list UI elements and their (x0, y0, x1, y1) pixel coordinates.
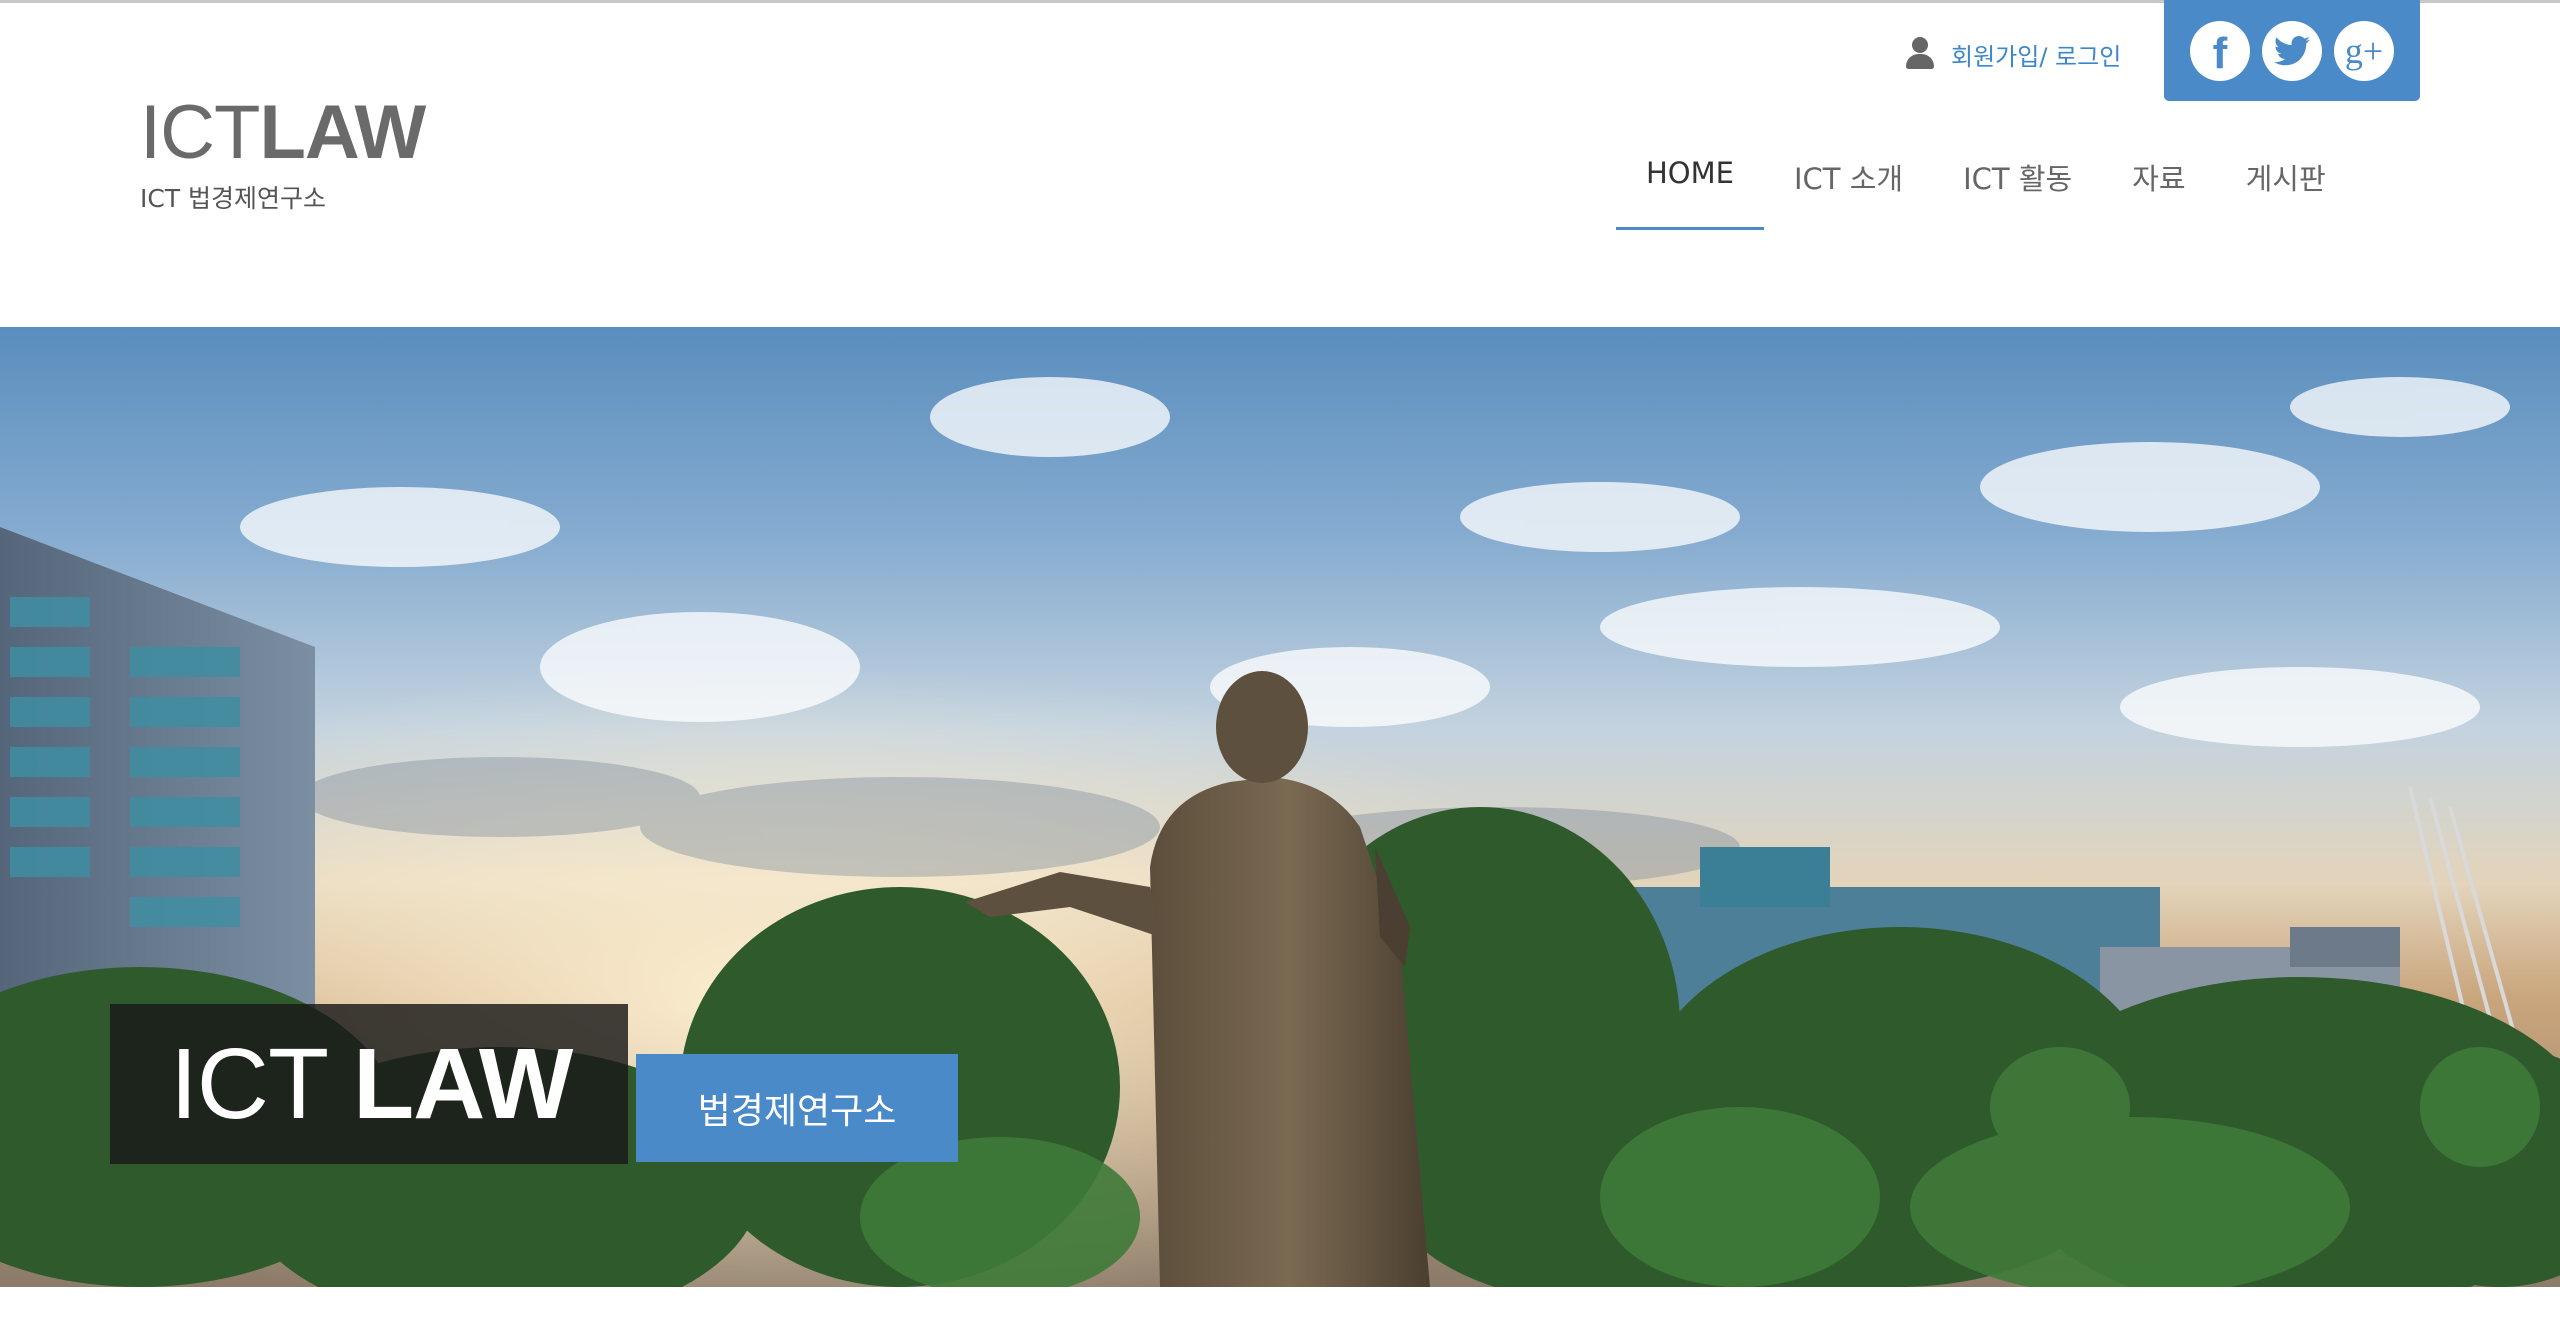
hero-title-light: ICT (170, 1028, 327, 1140)
google-plus-icon[interactable]: g+ (2334, 20, 2394, 81)
signup-login-link[interactable]: 회원가입/ 로그인 (1905, 34, 2121, 74)
nav-item-ict-intro[interactable]: ICT 소개 (1764, 140, 1933, 232)
signup-login-label: 회원가입/ 로그인 (1951, 42, 2122, 71)
main-nav: HOME ICT 소개 ICT 활동 자료 게시판 (1616, 140, 2356, 232)
nav-item-home[interactable]: HOME (1616, 140, 1764, 232)
facebook-glyph: f (2212, 28, 2228, 78)
hero-title-bold: LAW (353, 1028, 573, 1140)
hero-subtitle-button[interactable]: 법경제연구소 (636, 1054, 958, 1162)
twitter-icon[interactable] (2262, 20, 2322, 81)
site-header: ICTLAW ICT 법경제연구소 회원가입/ 로그인 f g+ HOME IC… (0, 0, 2560, 327)
social-links: f g+ (2164, 0, 2420, 101)
hero-title-box: ICT LAW (110, 1004, 628, 1164)
hero-banner: ICT LAW 법경제연구소 (0, 327, 2560, 1287)
nav-item-resources[interactable]: 자료 (2102, 140, 2215, 232)
logo-subtitle: ICT 법경제연구소 (140, 184, 327, 213)
nav-item-ict-activities[interactable]: ICT 활동 (1933, 140, 2102, 232)
nav-item-board[interactable]: 게시판 (2216, 140, 2356, 232)
logo-text-bold: LAW (259, 90, 426, 175)
hero-title: ICT LAW (170, 1034, 573, 1134)
user-icon (1905, 37, 1935, 71)
logo-text: ICTLAW (140, 95, 426, 171)
google-plus-glyph: g+ (2344, 30, 2384, 71)
site-logo[interactable]: ICTLAW ICT 법경제연구소 (140, 95, 426, 215)
twitter-bird-icon (2274, 35, 2310, 65)
page: ICTLAW ICT 법경제연구소 회원가입/ 로그인 f g+ HOME IC… (0, 0, 2560, 1334)
logo-text-light: ICT (140, 90, 260, 175)
facebook-icon[interactable]: f (2190, 20, 2250, 81)
